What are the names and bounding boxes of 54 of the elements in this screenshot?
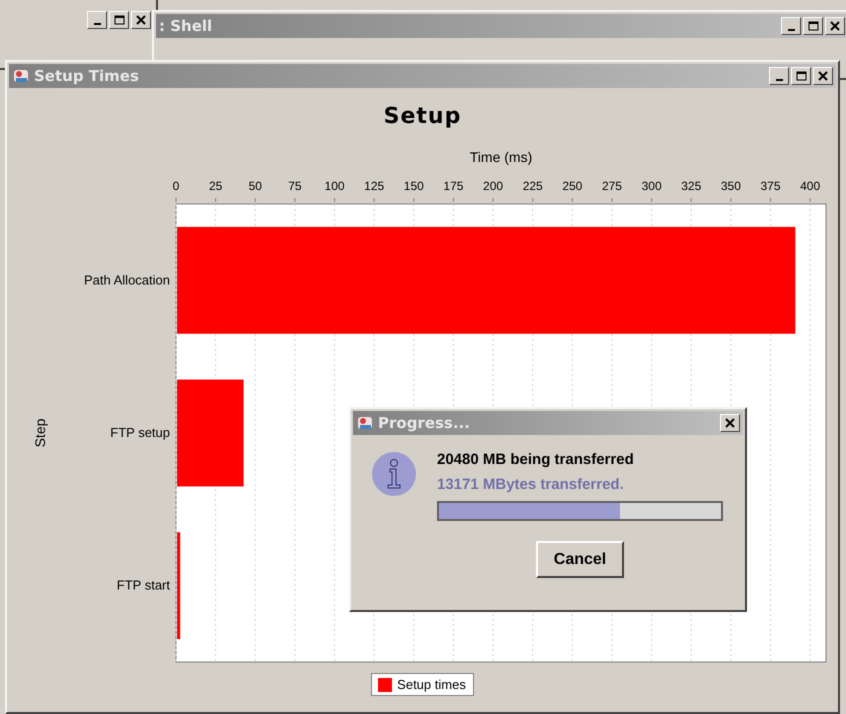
cancel-button[interactable]: Cancel: [536, 541, 624, 578]
tick-label: 175: [443, 179, 464, 193]
close-button[interactable]: [813, 67, 833, 85]
legend-label: Setup times: [397, 677, 466, 692]
tick-label: 50: [248, 179, 262, 193]
close-button[interactable]: [131, 11, 151, 29]
maximize-button[interactable]: [109, 11, 129, 29]
category-label: FTP start: [116, 578, 170, 593]
tick-label: 400: [800, 179, 820, 193]
tick-label: 0: [172, 179, 180, 193]
tick-label: 375: [760, 179, 781, 193]
close-icon: [136, 15, 146, 25]
tick-label: 125: [364, 179, 384, 193]
tick-label: 75: [288, 179, 302, 193]
close-icon: [725, 418, 735, 428]
close-icon: [818, 71, 828, 81]
tick-label: 25: [208, 179, 222, 193]
close-icon: [830, 21, 840, 31]
minimize-button[interactable]: [781, 17, 801, 35]
axis-title: Step: [32, 418, 48, 448]
minimize-button[interactable]: [87, 11, 107, 29]
tick-label: 300: [642, 179, 662, 193]
minimize-icon: [788, 28, 794, 30]
progress-message: 20480 MB being transferred: [437, 451, 635, 468]
tick-label: 250: [562, 179, 582, 193]
tick-label: 350: [720, 179, 741, 193]
maximize-icon: [796, 71, 806, 81]
category-label: Path Allocation: [84, 272, 170, 288]
close-button[interactable]: [720, 414, 740, 432]
minimize-button[interactable]: [769, 67, 789, 85]
tick-label: 275: [602, 179, 622, 193]
window-title: : Shell: [159, 17, 214, 35]
close-button[interactable]: [825, 17, 845, 35]
tick-label: 200: [483, 179, 504, 193]
maximize-button[interactable]: [791, 67, 811, 85]
legend-swatch: [378, 678, 392, 692]
category-label: FTP setup: [110, 425, 170, 440]
minimize-icon: [776, 78, 782, 80]
app-icon: [356, 414, 374, 432]
minimize-icon: [94, 22, 100, 24]
tick-label: 100: [324, 179, 345, 193]
progress-detail: 13171 MBytes transferred.: [437, 476, 625, 493]
chart-title: Setup: [384, 104, 462, 131]
axis-title: Time (ms): [470, 149, 532, 165]
tick-label: 150: [404, 179, 424, 193]
dialog-title: Progress...: [378, 414, 471, 432]
maximize-button[interactable]: [803, 17, 823, 35]
tick-label: 225: [522, 179, 543, 193]
app-icon: [12, 67, 30, 85]
info-icon: [371, 451, 417, 497]
maximize-icon: [114, 15, 124, 25]
window-title: Setup Times: [34, 67, 140, 85]
tick-label: 325: [681, 179, 702, 193]
maximize-icon: [808, 21, 818, 31]
